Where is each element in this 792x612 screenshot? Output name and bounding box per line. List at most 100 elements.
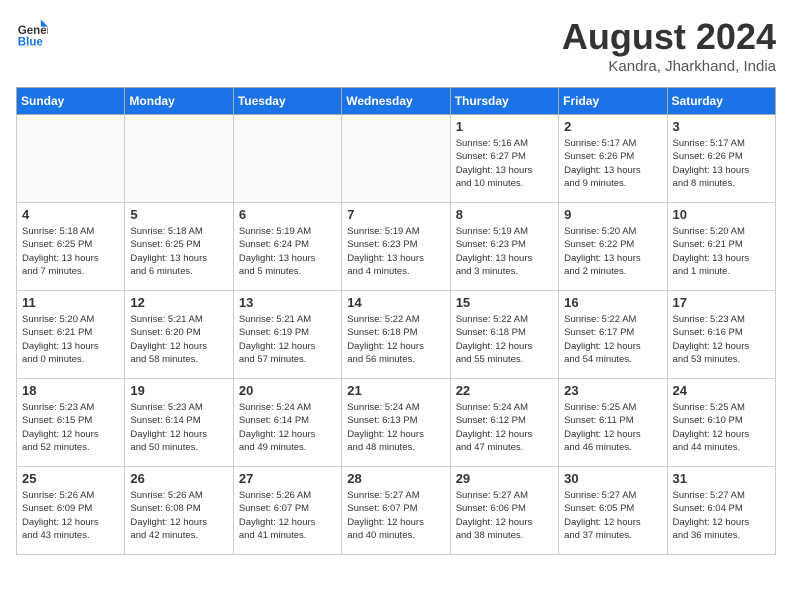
day-info: Sunrise: 5:24 AM Sunset: 6:12 PM Dayligh… bbox=[456, 401, 553, 454]
day-info: Sunrise: 5:19 AM Sunset: 6:23 PM Dayligh… bbox=[347, 225, 444, 278]
day-number: 25 bbox=[22, 471, 119, 486]
day-number: 22 bbox=[456, 383, 553, 398]
title-block: August 2024 Kandra, Jharkhand, India bbox=[562, 16, 776, 75]
day-info: Sunrise: 5:24 AM Sunset: 6:13 PM Dayligh… bbox=[347, 401, 444, 454]
header-tuesday: Tuesday bbox=[233, 88, 341, 115]
location-subtitle: Kandra, Jharkhand, India bbox=[562, 58, 776, 75]
day-number: 29 bbox=[456, 471, 553, 486]
calendar-cell: 24 Sunrise: 5:25 AM Sunset: 6:10 PM Dayli… bbox=[667, 379, 775, 467]
calendar-cell: 5Sunrise: 5:18 AM Sunset: 6:25 PM Daylig… bbox=[125, 203, 233, 291]
calendar-cell: 20 Sunrise: 5:24 AM Sunset: 6:14 PM Dayli… bbox=[233, 379, 341, 467]
calendar-cell: 26Sunrise: 5:26 AM Sunset: 6:08 PM Dayli… bbox=[125, 467, 233, 555]
day-number: 19 bbox=[130, 383, 227, 398]
day-number: 9 bbox=[564, 207, 661, 222]
day-info: Sunrise: 5:22 AM Sunset: 6:18 PM Dayligh… bbox=[347, 313, 444, 366]
header-wednesday: Wednesday bbox=[342, 88, 450, 115]
day-info: Sunrise: 5:18 AM Sunset: 6:25 PM Dayligh… bbox=[130, 225, 227, 278]
logo: General Blue bbox=[16, 16, 48, 48]
day-number: 4 bbox=[22, 207, 119, 222]
day-number: 17 bbox=[673, 295, 770, 310]
calendar-cell: 11Sunrise: 5:20 AM Sunset: 6:21 PM Dayli… bbox=[17, 291, 125, 379]
day-info: Sunrise: 5:25 AM Sunset: 6:10 PM Dayligh… bbox=[673, 401, 770, 454]
day-number: 24 bbox=[673, 383, 770, 398]
calendar-cell: 22 Sunrise: 5:24 AM Sunset: 6:12 PM Dayli… bbox=[450, 379, 558, 467]
calendar-cell: 29 Sunrise: 5:27 AM Sunset: 6:06 PM Dayli… bbox=[450, 467, 558, 555]
calendar-cell: 25 Sunrise: 5:26 AM Sunset: 6:09 PM Dayli… bbox=[17, 467, 125, 555]
day-number: 14 bbox=[347, 295, 444, 310]
calendar-cell: 23 Sunrise: 5:25 AM Sunset: 6:11 PM Dayli… bbox=[559, 379, 667, 467]
calendar-cell: 1 Sunrise: 5:16 AM Sunset: 6:27 PM Daylig… bbox=[450, 115, 558, 203]
day-number: 26 bbox=[130, 471, 227, 486]
day-info: Sunrise: 5:19 AM Sunset: 6:24 PM Dayligh… bbox=[239, 225, 336, 278]
svg-text:Blue: Blue bbox=[18, 36, 44, 48]
day-info: Sunrise: 5:25 AM Sunset: 6:11 PM Dayligh… bbox=[564, 401, 661, 454]
header-monday: Monday bbox=[125, 88, 233, 115]
week-row-5: 25 Sunrise: 5:26 AM Sunset: 6:09 PM Dayli… bbox=[17, 467, 776, 555]
calendar-cell bbox=[233, 115, 341, 203]
day-number: 28 bbox=[347, 471, 444, 486]
calendar-cell: 30Sunrise: 5:27 AM Sunset: 6:05 PM Dayli… bbox=[559, 467, 667, 555]
calendar-cell: 10 Sunrise: 5:20 AM Sunset: 6:21 PM Dayli… bbox=[667, 203, 775, 291]
calendar-cell: 28 Sunrise: 5:27 AM Sunset: 6:07 PM Dayli… bbox=[342, 467, 450, 555]
day-info: Sunrise: 5:20 AM Sunset: 6:22 PM Dayligh… bbox=[564, 225, 661, 278]
day-number: 27 bbox=[239, 471, 336, 486]
week-row-3: 11Sunrise: 5:20 AM Sunset: 6:21 PM Dayli… bbox=[17, 291, 776, 379]
calendar-cell: 14 Sunrise: 5:22 AM Sunset: 6:18 PM Dayli… bbox=[342, 291, 450, 379]
calendar-cell: 2 Sunrise: 5:17 AM Sunset: 6:26 PM Daylig… bbox=[559, 115, 667, 203]
day-info: Sunrise: 5:24 AM Sunset: 6:14 PM Dayligh… bbox=[239, 401, 336, 454]
calendar-table: SundayMondayTuesdayWednesdayThursdayFrid… bbox=[16, 87, 776, 555]
calendar-cell: 4 Sunrise: 5:18 AM Sunset: 6:25 PM Daylig… bbox=[17, 203, 125, 291]
day-info: Sunrise: 5:23 AM Sunset: 6:15 PM Dayligh… bbox=[22, 401, 119, 454]
day-info: Sunrise: 5:17 AM Sunset: 6:26 PM Dayligh… bbox=[564, 137, 661, 190]
day-info: Sunrise: 5:21 AM Sunset: 6:19 PM Dayligh… bbox=[239, 313, 336, 366]
day-info: Sunrise: 5:16 AM Sunset: 6:27 PM Dayligh… bbox=[456, 137, 553, 190]
day-number: 10 bbox=[673, 207, 770, 222]
day-info: Sunrise: 5:21 AM Sunset: 6:20 PM Dayligh… bbox=[130, 313, 227, 366]
calendar-cell: 9 Sunrise: 5:20 AM Sunset: 6:22 PM Daylig… bbox=[559, 203, 667, 291]
day-info: Sunrise: 5:19 AM Sunset: 6:23 PM Dayligh… bbox=[456, 225, 553, 278]
day-number: 13 bbox=[239, 295, 336, 310]
header-sunday: Sunday bbox=[17, 88, 125, 115]
calendar-cell: 6 Sunrise: 5:19 AM Sunset: 6:24 PM Daylig… bbox=[233, 203, 341, 291]
calendar-cell: 16Sunrise: 5:22 AM Sunset: 6:17 PM Dayli… bbox=[559, 291, 667, 379]
calendar-cell: 13 Sunrise: 5:21 AM Sunset: 6:19 PM Dayli… bbox=[233, 291, 341, 379]
day-info: Sunrise: 5:18 AM Sunset: 6:25 PM Dayligh… bbox=[22, 225, 119, 278]
day-number: 18 bbox=[22, 383, 119, 398]
day-info: Sunrise: 5:23 AM Sunset: 6:14 PM Dayligh… bbox=[130, 401, 227, 454]
day-info: Sunrise: 5:27 AM Sunset: 6:06 PM Dayligh… bbox=[456, 489, 553, 542]
day-number: 11 bbox=[22, 295, 119, 310]
day-info: Sunrise: 5:27 AM Sunset: 6:07 PM Dayligh… bbox=[347, 489, 444, 542]
day-info: Sunrise: 5:26 AM Sunset: 6:07 PM Dayligh… bbox=[239, 489, 336, 542]
day-number: 20 bbox=[239, 383, 336, 398]
header-friday: Friday bbox=[559, 88, 667, 115]
day-number: 8 bbox=[456, 207, 553, 222]
day-number: 21 bbox=[347, 383, 444, 398]
month-year-title: August 2024 bbox=[562, 16, 776, 58]
calendar-cell: 31 Sunrise: 5:27 AM Sunset: 6:04 PM Dayli… bbox=[667, 467, 775, 555]
day-number: 3 bbox=[673, 119, 770, 134]
week-row-4: 18 Sunrise: 5:23 AM Sunset: 6:15 PM Dayli… bbox=[17, 379, 776, 467]
day-number: 12 bbox=[130, 295, 227, 310]
calendar-cell: 12 Sunrise: 5:21 AM Sunset: 6:20 PM Dayli… bbox=[125, 291, 233, 379]
header-saturday: Saturday bbox=[667, 88, 775, 115]
day-info: Sunrise: 5:23 AM Sunset: 6:16 PM Dayligh… bbox=[673, 313, 770, 366]
day-number: 2 bbox=[564, 119, 661, 134]
day-number: 23 bbox=[564, 383, 661, 398]
day-number: 1 bbox=[456, 119, 553, 134]
calendar-cell: 19 Sunrise: 5:23 AM Sunset: 6:14 PM Dayli… bbox=[125, 379, 233, 467]
day-info: Sunrise: 5:20 AM Sunset: 6:21 PM Dayligh… bbox=[673, 225, 770, 278]
calendar-cell: 15Sunrise: 5:22 AM Sunset: 6:18 PM Dayli… bbox=[450, 291, 558, 379]
day-number: 31 bbox=[673, 471, 770, 486]
day-number: 16 bbox=[564, 295, 661, 310]
logo-icon: General Blue bbox=[16, 16, 48, 48]
day-info: Sunrise: 5:26 AM Sunset: 6:09 PM Dayligh… bbox=[22, 489, 119, 542]
day-info: Sunrise: 5:27 AM Sunset: 6:05 PM Dayligh… bbox=[564, 489, 661, 542]
day-number: 15 bbox=[456, 295, 553, 310]
calendar-cell bbox=[342, 115, 450, 203]
day-number: 6 bbox=[239, 207, 336, 222]
day-info: Sunrise: 5:27 AM Sunset: 6:04 PM Dayligh… bbox=[673, 489, 770, 542]
week-row-1: 1 Sunrise: 5:16 AM Sunset: 6:27 PM Daylig… bbox=[17, 115, 776, 203]
calendar-cell: 17 Sunrise: 5:23 AM Sunset: 6:16 PM Dayli… bbox=[667, 291, 775, 379]
day-info: Sunrise: 5:17 AM Sunset: 6:26 PM Dayligh… bbox=[673, 137, 770, 190]
calendar-cell: 7Sunrise: 5:19 AM Sunset: 6:23 PM Daylig… bbox=[342, 203, 450, 291]
